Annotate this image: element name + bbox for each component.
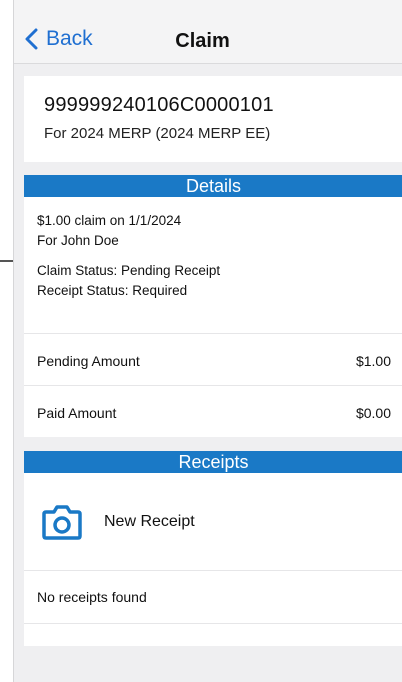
divider: [0, 260, 13, 262]
claim-card: 999999240106C0000101 For 2024 MERP (2024…: [24, 76, 402, 162]
claim-for: For John Doe: [37, 233, 119, 248]
paid-amount-label: Paid Amount: [37, 404, 117, 421]
pending-amount-value: $1.00: [355, 352, 391, 369]
pending-amount-row: Pending Amount $1.00: [24, 333, 402, 387]
details-info: $1.00 claim on 1/1/2024 For John Doe Cla…: [24, 197, 402, 301]
details-card: Details $1.00 claim on 1/1/2024 For John…: [24, 175, 402, 437]
details-header: Details: [24, 175, 402, 197]
new-receipt-button[interactable]: New Receipt: [24, 473, 402, 570]
nav-bar: Back Claim: [14, 0, 402, 64]
claim-summary: $1.00 claim on 1/1/2024: [37, 213, 182, 228]
paid-amount-value: $0.00: [355, 404, 391, 421]
claim-id: 999999240106C0000101: [44, 94, 274, 116]
paid-amount-row: Paid Amount $0.00: [24, 385, 402, 439]
receipts-card: Receipts New Receipt No receipts found: [24, 451, 402, 646]
pending-amount-label: Pending Amount: [37, 352, 140, 369]
page-title: Claim: [175, 30, 230, 52]
no-receipts-message: No receipts found: [24, 570, 402, 624]
app-screen: Back Claim 999999240106C0000101 For 2024…: [13, 0, 402, 682]
receipt-status: Receipt Status: Required: [37, 283, 188, 298]
new-receipt-label: New Receipt: [104, 512, 195, 530]
camera-icon: [42, 504, 82, 540]
receipts-header: Receipts: [24, 451, 402, 473]
claim-plan: For 2024 MERP (2024 MERP EE): [44, 125, 271, 142]
claim-status: Claim Status: Pending Receipt: [37, 263, 221, 278]
background-strip: [0, 0, 13, 682]
